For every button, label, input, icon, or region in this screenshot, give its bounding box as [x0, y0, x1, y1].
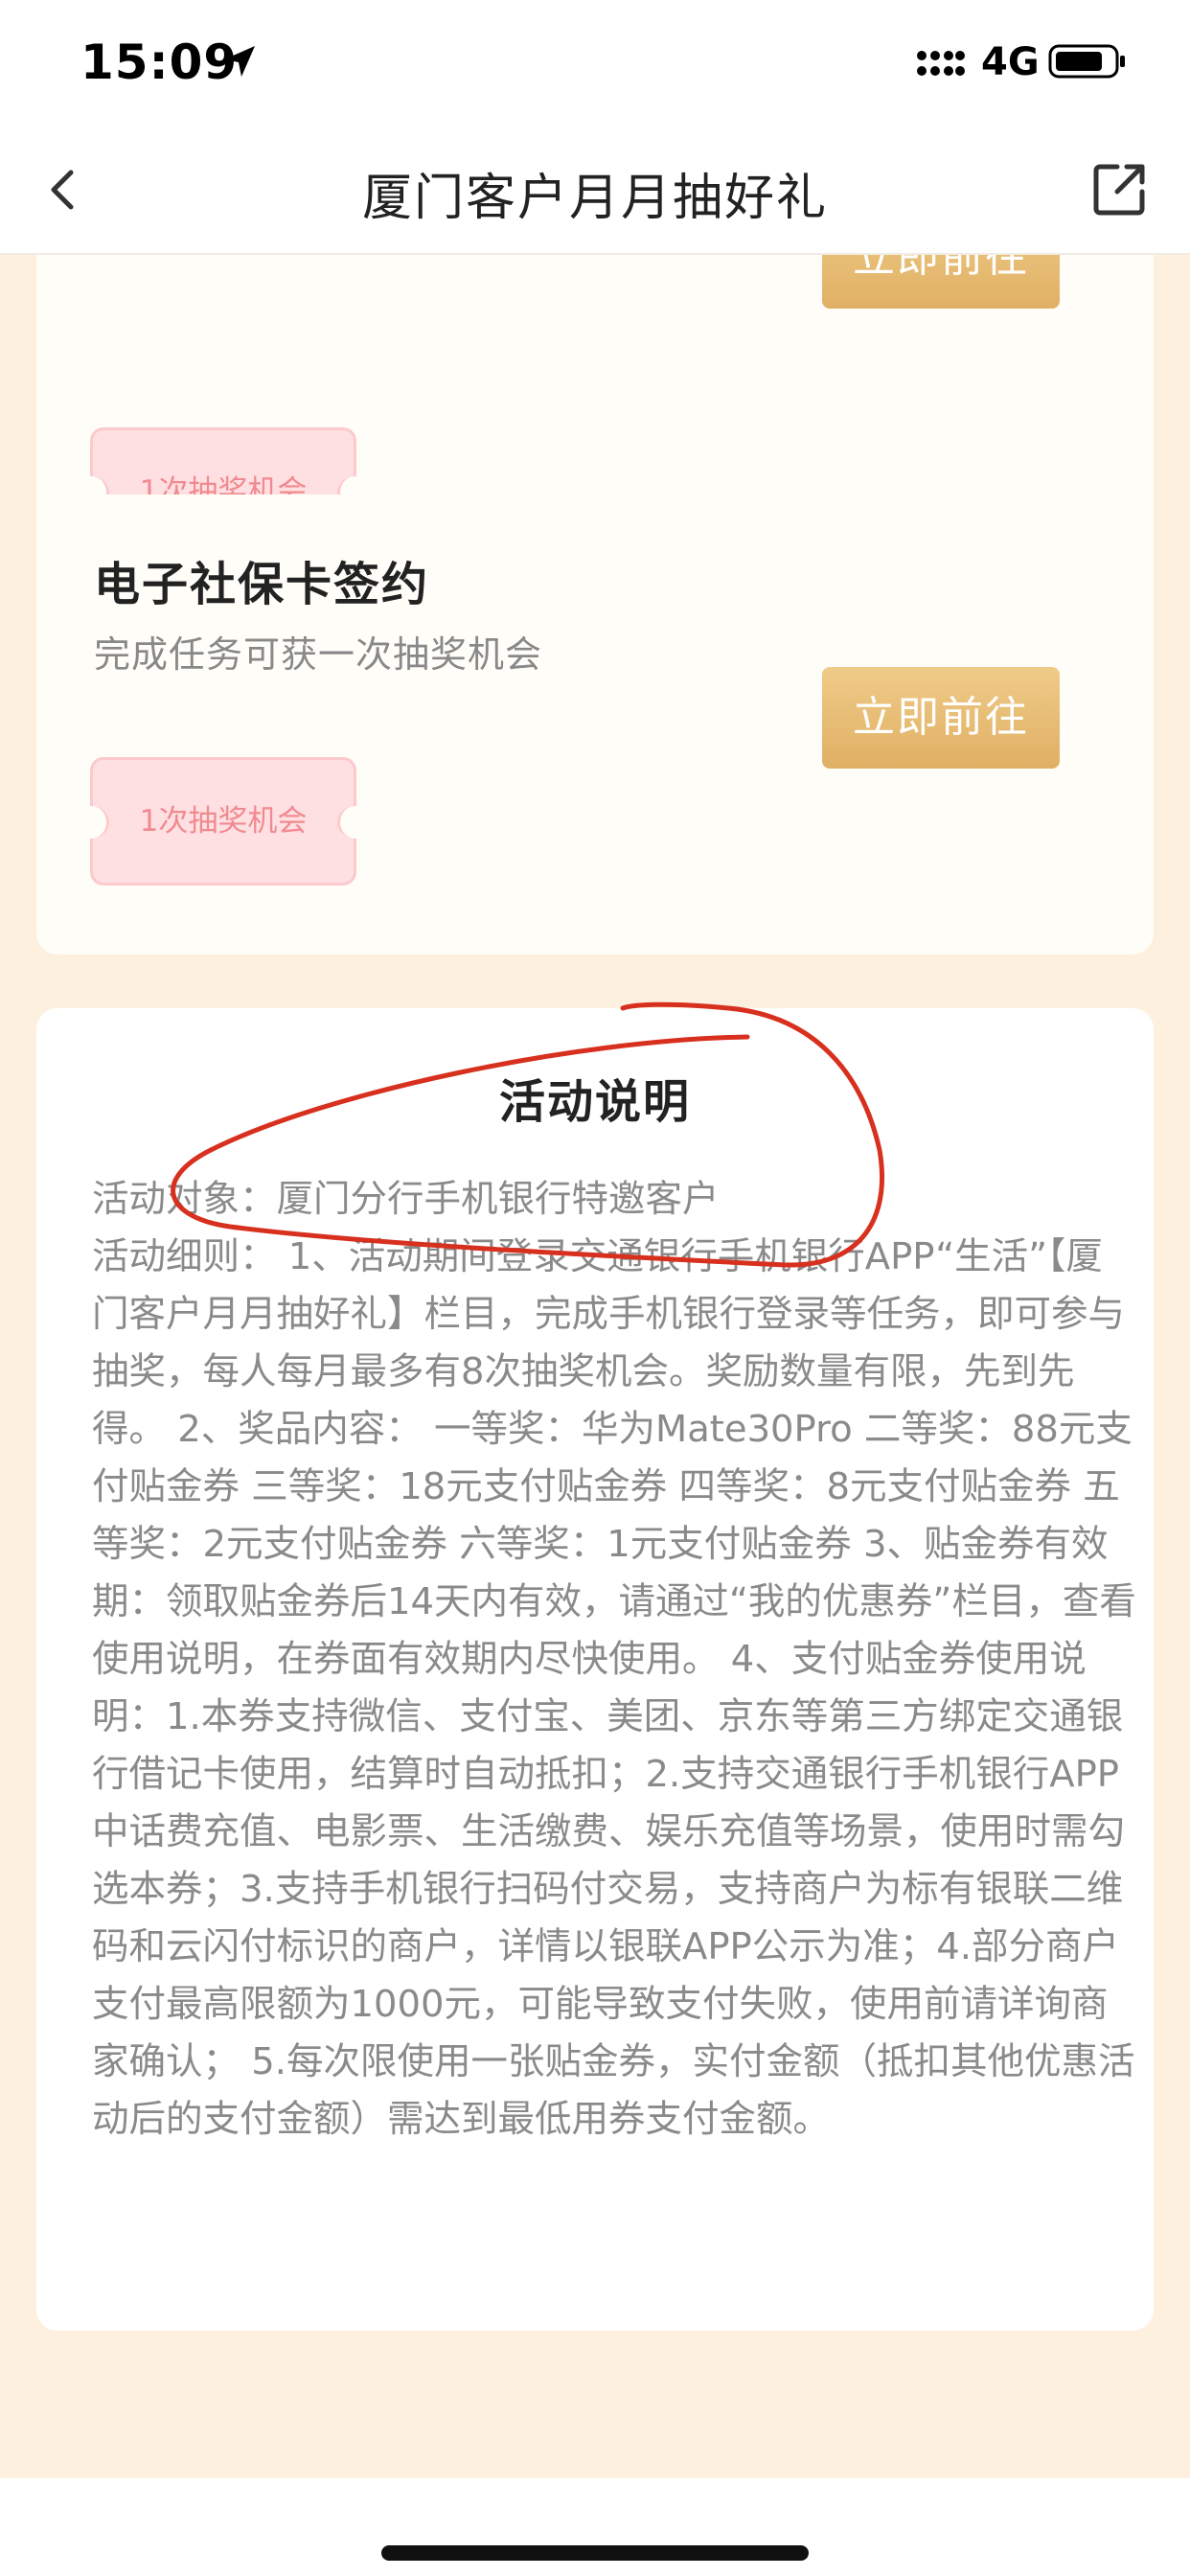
- lottery-ticket-social-security: 1次抽奖机会: [74, 757, 373, 886]
- signal-icon: [917, 51, 965, 76]
- battery-icon: [1048, 44, 1125, 79]
- status-bar: 15:09 4G: [0, 0, 1190, 126]
- rules-body: 活动对象：厦门分行手机银行特邀客户 活动细则： 1、活动期间登录交通银行手机银行…: [92, 1171, 1136, 2149]
- task-title: 电子社保卡签约: [94, 558, 430, 611]
- location-arrow-icon: [224, 46, 255, 77]
- go-button-previous[interactable]: 立即前往: [822, 255, 1060, 309]
- home-area: [0, 2478, 1190, 2576]
- content-area[interactable]: 立即前往 1次抽奖机会 电子社保卡签约 完成任务可获一次抽奖机会 立即前往 1次…: [0, 255, 1190, 2478]
- page-title: 厦门客户月月抽好礼: [361, 170, 828, 227]
- status-network: 4G: [981, 40, 1040, 84]
- status-time: 15:09: [80, 34, 239, 90]
- rules-card: 活动说明 活动对象：厦门分行手机银行特邀客户 活动细则： 1、活动期间登录交通银…: [36, 1008, 1154, 2331]
- home-indicator[interactable]: [381, 2545, 809, 2561]
- rules-target: 活动对象：厦门分行手机银行特邀客户: [92, 1178, 720, 1221]
- task-subtitle: 完成任务可获一次抽奖机会: [94, 633, 543, 676]
- task-card-social-security: 电子社保卡签约 完成任务可获一次抽奖机会 立即前往 1次抽奖机会: [36, 494, 1154, 954]
- go-button-social-security[interactable]: 立即前往: [822, 667, 1060, 769]
- rules-details: 活动细则： 1、活动期间登录交通银行手机银行APP“生活”【厦门客户月月抽好礼】…: [92, 1235, 1136, 2141]
- rules-title: 活动说明: [498, 1075, 691, 1129]
- share-icon[interactable]: [1088, 159, 1150, 220]
- nav-bar: 厦门客户月月抽好礼: [0, 126, 1190, 255]
